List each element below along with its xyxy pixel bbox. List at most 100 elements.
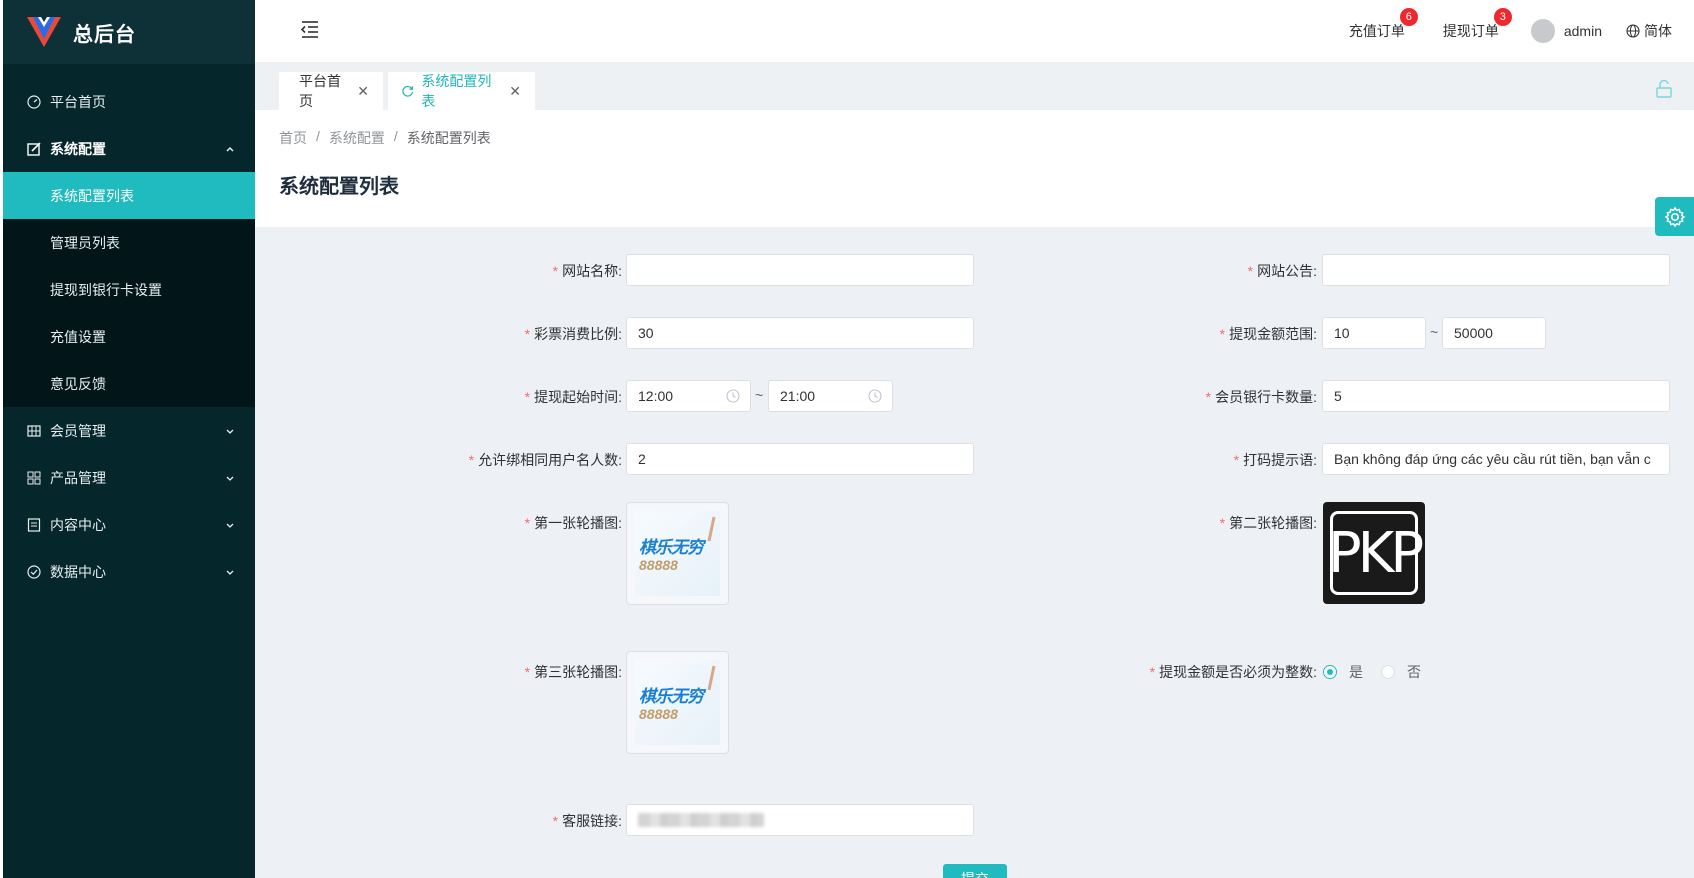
banner3-image: 棋乐无穷 88888: [635, 660, 720, 745]
integer-withdraw-label: * 提现金额是否必须为整数:: [1149, 664, 1317, 680]
top-header: 充值订单 6 提现订单 3 admin 简体: [255, 0, 1694, 62]
gear-icon: [1664, 206, 1685, 227]
chevron-up-icon: [226, 146, 234, 152]
document-icon: [26, 517, 42, 533]
bank-card-count-input[interactable]: 5: [1322, 380, 1670, 412]
menu-fold-icon[interactable]: [299, 18, 321, 40]
submit-button[interactable]: 提交: [943, 864, 1007, 878]
banner2-label: * 第二张轮播图:: [1219, 515, 1317, 531]
tab-home[interactable]: 平台首页 ✕: [279, 72, 383, 110]
dashboard-icon: [26, 94, 42, 110]
banner1-label: * 第一张轮播图:: [524, 515, 622, 531]
banner2-upload[interactable]: PKP: [1323, 502, 1425, 604]
recharge-orders-link[interactable]: 充值订单 6: [1349, 8, 1418, 41]
page-title: 系统配置列表: [279, 176, 399, 198]
range-separator: ~: [1430, 324, 1439, 340]
grid-icon: [26, 423, 42, 439]
sidebar-item-label: 平台首页: [50, 93, 106, 110]
tab-label: 平台首页: [299, 73, 341, 109]
edit-icon: [26, 141, 42, 157]
sidebar-subitem-admin-list[interactable]: 管理员列表: [3, 219, 255, 266]
integer-yes-radio[interactable]: 是: [1323, 662, 1363, 682]
sidebar-item-members[interactable]: 会员管理: [3, 407, 255, 454]
radio-dot: [1381, 665, 1395, 679]
service-link-label: * 客服链接:: [552, 813, 622, 829]
banner3-upload[interactable]: 棋乐无穷 88888: [626, 651, 729, 754]
sidebar-subitem-withdraw-bank[interactable]: 提现到银行卡设置: [3, 266, 255, 313]
chevron-down-icon: [226, 476, 234, 481]
sidebar-menu: 平台首页 系统配置 系统配置列表 管理员列表 提现到银行卡设置 充值设置 意见反…: [3, 78, 255, 595]
sidebar-subitem-config-list[interactable]: 系统配置列表: [3, 172, 255, 219]
breadcrumb-current: 系统配置列表: [406, 130, 491, 146]
service-link-input[interactable]: [626, 804, 974, 836]
app-logo[interactable]: 总后台: [3, 0, 255, 64]
globe-icon: [1626, 24, 1640, 38]
app-title: 总后台: [73, 23, 136, 46]
withdraw-max-input[interactable]: 50000: [1442, 317, 1546, 349]
pkp-logo: PKP: [1328, 511, 1424, 595]
refresh-icon[interactable]: [401, 84, 414, 98]
site-name-label: * 网站名称:: [552, 263, 622, 279]
withdraw-range-label: * 提现金额范围:: [1219, 326, 1317, 342]
breadcrumb: 首页 / 系统配置 / 系统配置列表: [279, 128, 491, 148]
sidebar-item-system-config[interactable]: 系统配置: [3, 125, 255, 172]
close-icon[interactable]: ✕: [509, 83, 521, 100]
site-name-input[interactable]: [626, 254, 974, 286]
end-time-value: 21:00: [780, 388, 816, 404]
withdraw-orders-badge: 3: [1493, 8, 1512, 26]
chevron-down-icon: [226, 523, 234, 528]
apps-icon: [26, 470, 42, 486]
banner1-image: 棋乐无穷 88888: [635, 511, 720, 596]
sidebar-subitem-recharge-settings[interactable]: 充值设置: [3, 313, 255, 360]
same-name-users-input[interactable]: 2: [626, 443, 974, 475]
user-menu[interactable]: admin: [1530, 19, 1602, 43]
sidebar-item-content[interactable]: 内容中心: [3, 501, 255, 548]
language-switcher[interactable]: 简体: [1626, 21, 1672, 41]
header-actions: 充值订单 6 提现订单 3 admin 简体: [1321, 0, 1672, 62]
lock-icon[interactable]: [1656, 80, 1672, 98]
integer-no-radio[interactable]: 否: [1381, 662, 1421, 682]
language-label: 简体: [1644, 23, 1672, 39]
breadcrumb-separator: /: [393, 128, 398, 144]
breadcrumb-system-config[interactable]: 系统配置: [329, 128, 385, 148]
same-name-users-label: * 允许绑相同用户名人数:: [468, 452, 622, 468]
sidebar-item-data[interactable]: 数据中心: [3, 548, 255, 595]
sidebar-item-label: 产品管理: [50, 469, 106, 486]
close-icon[interactable]: ✕: [357, 83, 369, 100]
system-config-submenu: 系统配置列表 管理员列表 提现到银行卡设置 充值设置 意见反馈: [3, 172, 255, 407]
sidebar: 总后台 平台首页 系统配置 系统配置列表 管理员列表 提现到银行卡设置 充值设置…: [0, 0, 255, 878]
tab-config-list[interactable]: 系统配置列表 ✕: [388, 72, 535, 110]
withdraw-end-time-input[interactable]: 21:00: [768, 380, 893, 412]
withdraw-time-label: * 提现起始时间:: [524, 389, 622, 405]
withdraw-start-time-input[interactable]: 12:00: [626, 380, 751, 412]
sidebar-item-products[interactable]: 产品管理: [3, 454, 255, 501]
withdraw-orders-link[interactable]: 提现订单 3: [1442, 8, 1512, 41]
banner1-upload[interactable]: 棋乐无穷 88888: [626, 502, 729, 605]
avatar: [1530, 19, 1555, 43]
coding-tip-input[interactable]: Bạn không đáp ứng các yêu cầu rút tiền, …: [1322, 443, 1670, 475]
site-notice-label: * 网站公告:: [1247, 263, 1317, 279]
page-header: 首页 / 系统配置 / 系统配置列表 系统配置列表: [255, 110, 1694, 227]
lottery-ratio-input[interactable]: 30: [626, 317, 974, 349]
chevron-down-icon: [226, 429, 234, 434]
banner3-label: * 第三张轮播图:: [524, 664, 622, 680]
sidebar-subitem-feedback[interactable]: 意见反馈: [3, 360, 255, 407]
withdraw-orders-label: 提现订单: [1442, 23, 1499, 39]
clock-icon: [726, 389, 740, 403]
tab-bar: 平台首页 ✕ 系统配置列表 ✕: [255, 62, 1694, 110]
breadcrumb-separator: /: [316, 128, 320, 144]
bank-card-count-label: * 会员银行卡数量:: [1205, 389, 1317, 405]
recharge-orders-badge: 6: [1399, 8, 1418, 26]
check-circle-icon: [26, 564, 42, 580]
config-form: * 网站名称: * 网站公告: * 彩票消费比例: 30 * 提现金额范围: 10 ~ …: [255, 227, 1694, 878]
withdraw-min-input[interactable]: 10: [1322, 317, 1426, 349]
time-separator: ~: [755, 387, 764, 403]
site-notice-input[interactable]: [1322, 254, 1670, 286]
sidebar-item-label: 系统配置: [50, 140, 106, 157]
sidebar-item-home[interactable]: 平台首页: [3, 78, 255, 125]
chevron-down-icon: [226, 570, 234, 575]
lottery-ratio-label: * 彩票消费比例:: [524, 326, 622, 342]
v-logo-icon: [27, 17, 61, 47]
sidebar-item-label: 数据中心: [50, 563, 106, 580]
breadcrumb-home[interactable]: 首页: [279, 128, 307, 148]
